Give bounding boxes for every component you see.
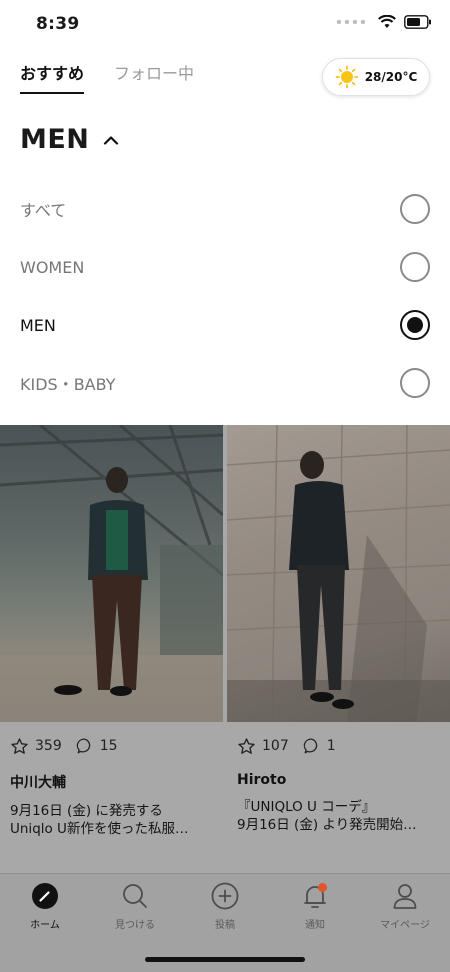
post-description-line: Uniqlo U新作を使った私服… xyxy=(10,821,189,837)
radio-button-selected[interactable] xyxy=(400,310,430,340)
post-card[interactable]: 359 15 中川大輔 9月16日 (金) に発売する Uniqlo U新作を使… xyxy=(0,722,225,838)
home-indicator xyxy=(145,957,305,962)
category-option-label: KIDS・BABY xyxy=(20,375,116,394)
post-description-line: 『UNIQLO U コーデ』 xyxy=(237,799,376,815)
category-option-label: MEN xyxy=(20,315,56,335)
tab-following[interactable]: フォロー中 xyxy=(114,60,194,94)
status-bar: 8:39 xyxy=(0,0,450,50)
search-icon xyxy=(123,884,147,908)
nav-label: マイページ xyxy=(380,920,430,931)
bell-icon xyxy=(304,883,327,908)
sun-icon xyxy=(335,65,359,89)
bottom-nav: ホーム 見つける 投稿 通知 マイページ xyxy=(0,873,450,972)
post-card[interactable]: 107 1 Hiroto 『UNIQLO U コーデ』 9月16日 (金) より… xyxy=(227,722,450,834)
weather-widget[interactable]: 28/20°C xyxy=(322,58,430,96)
category-option-label: すべて xyxy=(20,201,67,220)
user-icon xyxy=(393,884,417,909)
category-dropdown[interactable]: MEN xyxy=(20,124,119,155)
like-count: 359 xyxy=(35,738,62,754)
weather-temperature: 28/20°C xyxy=(364,70,418,84)
post-stats: 359 15 xyxy=(10,736,215,756)
nav-label: 見つける xyxy=(115,920,155,931)
nav-discover[interactable]: 見つける xyxy=(90,882,180,931)
radio-button[interactable] xyxy=(400,252,430,282)
category-title: MEN xyxy=(20,124,90,155)
home-icon xyxy=(32,883,58,909)
category-option-all[interactable]: すべて xyxy=(0,180,450,238)
category-options: すべて WOMEN MEN KIDS・BABY xyxy=(0,180,450,412)
post-photo[interactable] xyxy=(0,425,223,722)
nav-mypage[interactable]: マイページ xyxy=(360,882,450,931)
post-description-line: 9月16日 (金) に発売する xyxy=(10,803,163,819)
status-time: 8:39 xyxy=(36,14,80,34)
post-photo-illustration xyxy=(227,425,450,722)
status-icons xyxy=(336,15,432,29)
signal-icon xyxy=(336,19,366,25)
category-option-men[interactable]: MEN xyxy=(0,296,450,354)
post-photo-illustration xyxy=(0,425,223,722)
battery-icon xyxy=(404,15,431,29)
plus-icon xyxy=(211,882,239,910)
nav-post[interactable]: 投稿 xyxy=(180,882,270,931)
category-option-label: WOMEN xyxy=(20,257,85,277)
nav-notifications[interactable]: 通知 xyxy=(270,882,360,931)
nav-label: 投稿 xyxy=(215,920,235,931)
like-count: 107 xyxy=(262,738,289,754)
comment-icon[interactable] xyxy=(76,737,94,755)
category-option-women[interactable]: WOMEN xyxy=(0,238,450,296)
post-description-line: 9月16日 (金) より発売開始… xyxy=(237,817,417,833)
nav-label: 通知 xyxy=(305,920,325,931)
chevron-up-icon xyxy=(104,135,119,145)
radio-button[interactable] xyxy=(400,194,430,224)
post-photo[interactable] xyxy=(227,425,450,722)
category-option-kids-baby[interactable]: KIDS・BABY xyxy=(0,354,450,412)
nav-home[interactable]: ホーム xyxy=(0,882,90,931)
tab-recommended[interactable]: おすすめ xyxy=(20,60,85,94)
comment-count: 15 xyxy=(99,738,118,754)
post-author[interactable]: 中川大輔 xyxy=(10,772,215,792)
post-author[interactable]: Hiroto xyxy=(237,772,442,788)
wifi-icon xyxy=(378,15,396,28)
comment-icon[interactable] xyxy=(303,737,321,755)
star-icon[interactable] xyxy=(10,737,29,756)
comment-count: 1 xyxy=(326,738,336,754)
top-tabs: おすすめ フォロー中 xyxy=(20,60,194,94)
radio-button[interactable] xyxy=(400,368,430,398)
nav-label: ホーム xyxy=(30,920,60,931)
post-stats: 107 1 xyxy=(237,736,442,756)
star-icon[interactable] xyxy=(237,737,256,756)
